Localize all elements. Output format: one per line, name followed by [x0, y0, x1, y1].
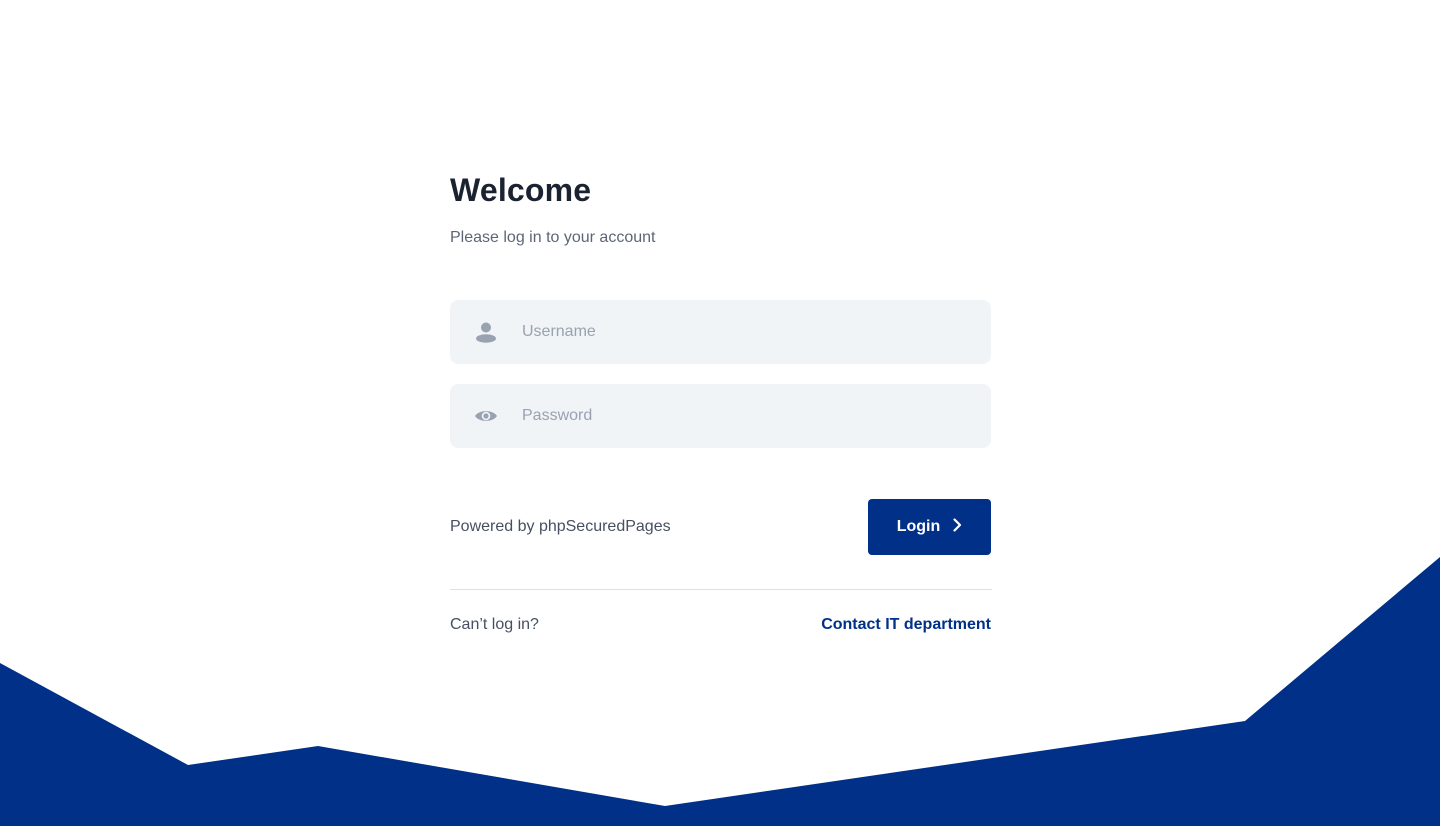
login-page: Welcome Please log in to your account Us…	[0, 0, 1440, 826]
help-row: Can’t log in? Contact IT department	[450, 616, 991, 634]
page-subtitle: Please log in to your account	[450, 229, 656, 246]
password-field	[450, 384, 991, 448]
cant-login-text: Can’t log in?	[450, 616, 539, 633]
user-icon	[450, 300, 522, 364]
username-input[interactable]	[522, 300, 962, 364]
page-title: Welcome	[450, 172, 592, 208]
eye-icon[interactable]	[450, 384, 522, 448]
password-input[interactable]	[522, 384, 962, 448]
username-field	[450, 300, 991, 364]
login-card: Welcome Please log in to your account Us…	[450, 170, 992, 634]
contact-it-link[interactable]: Contact IT department	[821, 616, 991, 634]
login-button[interactable]: Login	[868, 499, 991, 555]
login-button-label: Login	[896, 518, 941, 535]
powered-by-text: Powered by phpSecuredPages	[450, 518, 671, 535]
form-actions: Powered by phpSecuredPages Login	[450, 499, 991, 555]
divider	[450, 589, 992, 590]
chevron-right-icon	[952, 517, 962, 537]
